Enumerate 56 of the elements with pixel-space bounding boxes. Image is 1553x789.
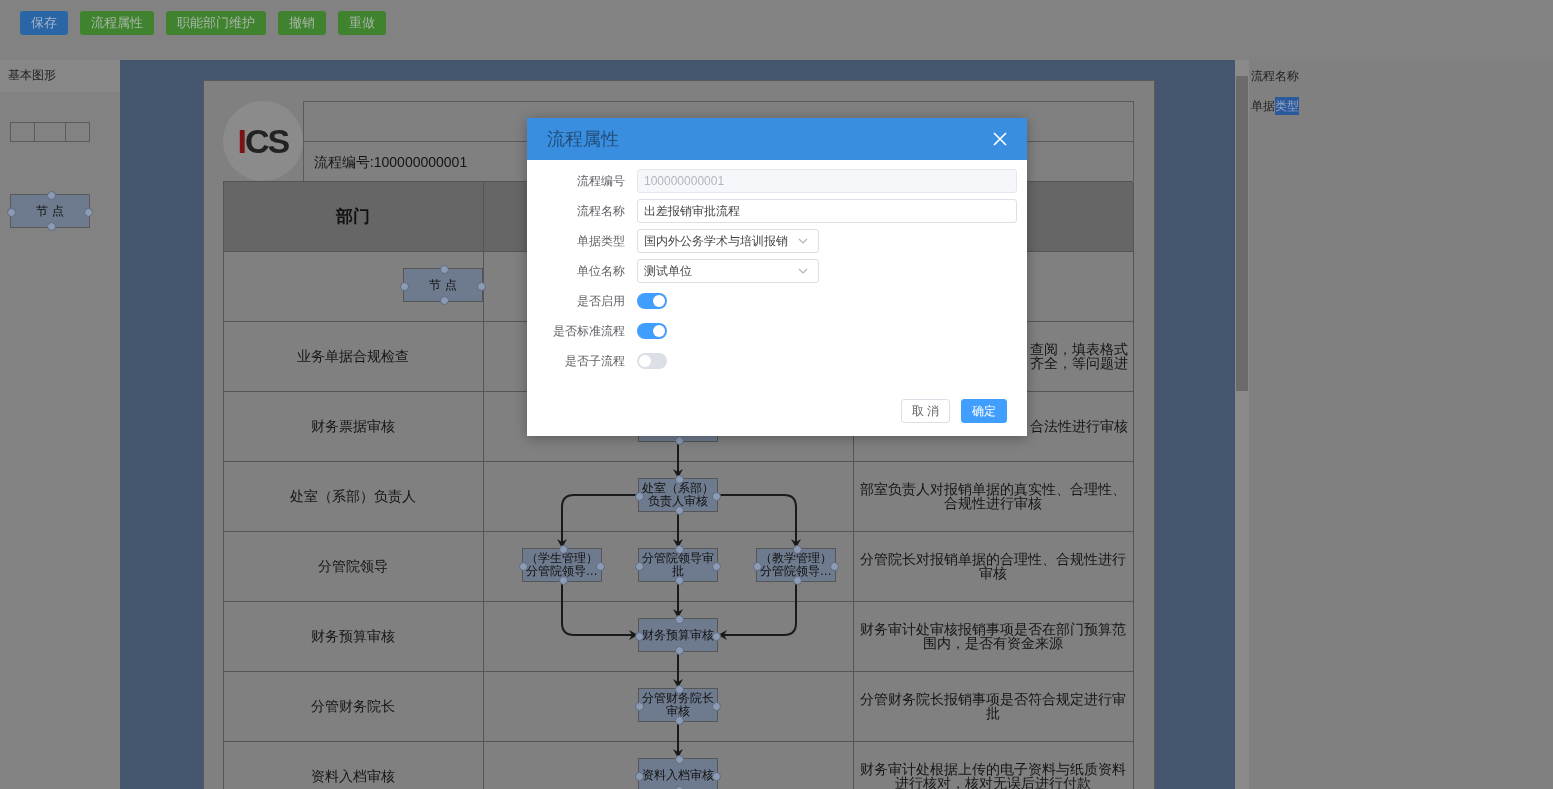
table-cell: 分管财务院长报销事项是否符合规定进行审批 — [853, 672, 1134, 742]
field-label: 是否子流程 — [564, 352, 626, 370]
flow-node[interactable]: 分管院领导审批 — [637, 548, 718, 582]
field-label: 单位名称 — [576, 262, 626, 280]
dialog-title: 流程属性 — [547, 128, 619, 151]
table-cell: 部室负责人对报销单据的真实性、合理性、合规性进行审核 — [853, 462, 1134, 532]
field-label: 是否启用 — [576, 292, 626, 310]
flow-node[interactable]: 节 点 — [402, 268, 483, 302]
close-icon[interactable] — [993, 132, 1007, 146]
column-header: 部门 — [223, 182, 484, 252]
toolbar-button[interactable]: 保存 — [20, 11, 68, 35]
field-label: 是否标准流程 — [552, 322, 626, 340]
toggle-switch[interactable] — [637, 293, 667, 309]
select-field[interactable]: 测试单位 — [637, 259, 819, 283]
field-label: 流程编号 — [576, 172, 626, 190]
table-cell: 财务审计处审核报销事项是否在部门预算范围内，是否有资金来源 — [853, 602, 1134, 672]
toolbar-button[interactable]: 职能部门维护 — [166, 11, 266, 35]
field-label: 流程名称 — [576, 202, 626, 220]
scrollbar[interactable] — [1235, 60, 1250, 789]
caret-icon — [798, 268, 808, 274]
logo: ICS — [222, 101, 303, 181]
table-cell: 处室（系部）负责人 — [223, 462, 484, 532]
text-fragment: 合法性进行审核 — [1029, 419, 1128, 434]
table-cell: 财务票据审核 — [223, 392, 484, 462]
selected-text: 类型 — [1275, 97, 1300, 115]
table-cell: 分管院领导 — [223, 532, 484, 602]
table-cell: 财务预算审核 — [223, 602, 484, 672]
toolbar-button[interactable]: 撤销 — [278, 11, 326, 35]
flow-node[interactable]: 财务预算审核 — [637, 618, 718, 652]
text-fragment: 查阅，填表格式 — [1029, 342, 1128, 357]
select-field[interactable]: 国内外公务学术与培训报销 — [637, 229, 819, 253]
toolbar-button[interactable]: 流程属性 — [80, 11, 154, 35]
flow-node[interactable]: 资料入档审核 — [637, 758, 718, 789]
panel-title: 基本图形 — [0, 60, 120, 92]
swimlane-shape[interactable] — [10, 122, 90, 142]
process-code: 流程编号:100000000001 — [313, 154, 468, 170]
table-cell: 分管院长对报销单据的合理性、合规性进行审核 — [853, 532, 1134, 602]
table-cell: 分管财务院长 — [223, 672, 484, 742]
caret-icon — [798, 238, 808, 244]
flow-node[interactable]: 处室（系部）负责人审核 — [637, 478, 718, 512]
property-label: 流程名称 — [1251, 69, 1300, 83]
flow-node[interactable]: 分管财务院长审核 — [637, 688, 718, 722]
input-field[interactable]: 出差报销审批流程 — [637, 199, 1017, 223]
toggle-switch[interactable] — [637, 323, 667, 339]
cancel-button[interactable]: 取 消 — [900, 399, 950, 423]
toolbar-button[interactable]: 重做 — [338, 11, 386, 35]
toggle-switch[interactable] — [637, 353, 667, 369]
flow-node[interactable]: （教学管理）分管院领导… — [755, 548, 836, 582]
table-cell: 业务单据合规检查 — [223, 322, 484, 392]
text-fragment: 齐全，等问题进 — [1029, 356, 1128, 371]
field-label: 单据类型 — [576, 232, 626, 250]
table-cell: 财务审计处根据上传的电子资料与纸质资料进行核对，核对无误后进行付款 — [853, 742, 1134, 789]
flow-node[interactable]: （学生管理）分管院领导… — [521, 548, 602, 582]
confirm-button[interactable]: 确定 — [961, 399, 1007, 423]
node-shape[interactable]: 节 点 — [10, 194, 90, 228]
table-cell: 资料入档审核 — [223, 742, 484, 789]
